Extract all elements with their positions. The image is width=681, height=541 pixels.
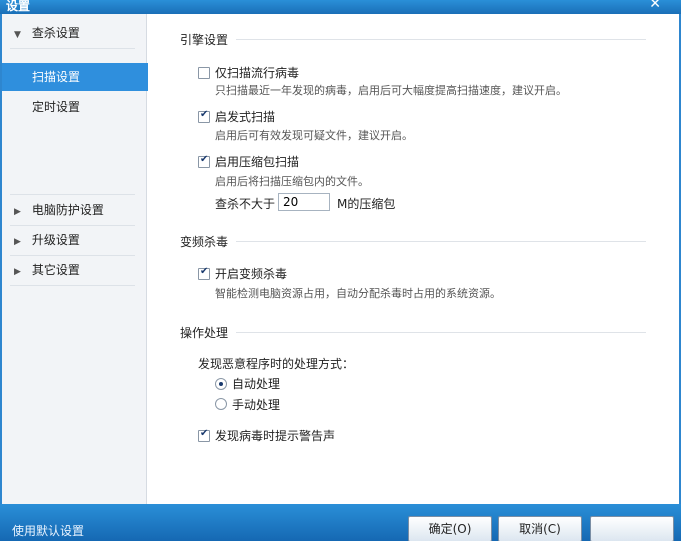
chevron-right-icon: ▶ (14, 267, 21, 277)
variable-freq-checkbox[interactable] (198, 266, 210, 280)
manual-handle-label: 手动处理 (232, 398, 281, 412)
section-divider (236, 241, 646, 242)
sidebar-item-scan-settings[interactable]: 扫描设置 (2, 63, 156, 91)
popular-virus-desc: 只扫描最近一年发现的病毒，启用后可大幅度提高扫描速度，建议开启。 (215, 84, 567, 97)
divider (10, 285, 135, 286)
section-divider (236, 39, 646, 40)
archive-scan-desc: 启用后将扫描压缩包内的文件。 (215, 175, 369, 188)
archive-scan-checkbox[interactable] (198, 154, 210, 168)
sidebar-group-scan[interactable]: ▼ 查杀设置 (2, 18, 147, 48)
archive-scan-label: 启用压缩包扫描 (215, 155, 300, 169)
settings-panel: 引擎设置 仅扫描流行病毒 只扫描最近一年发现的病毒，启用后可大幅度提高扫描速度，… (148, 14, 679, 504)
sidebar-group-protection[interactable]: ▶ 电脑防护设置 (2, 195, 147, 225)
manual-handle-radio[interactable] (215, 398, 227, 410)
chevron-right-icon: ▶ (14, 237, 21, 247)
action-prompt: 发现恶意程序时的处理方式： (198, 357, 355, 371)
divider (10, 48, 135, 49)
heuristic-desc: 启用后可有效发现可疑文件，建议开启。 (215, 129, 413, 142)
sidebar-group-label: 查杀设置 (31, 26, 80, 40)
sidebar-group-other[interactable]: ▶ 其它设置 (2, 255, 147, 285)
sidebar-item-label: 定时设置 (32, 100, 81, 114)
apply-button[interactable] (590, 516, 674, 541)
archive-limit-prefix: 查杀不大于 (215, 197, 276, 211)
section-divider (236, 332, 646, 333)
chevron-right-icon: ▶ (14, 207, 21, 217)
popular-virus-checkbox[interactable] (198, 67, 210, 79)
auto-handle-label: 自动处理 (232, 377, 281, 391)
section-title-variable: 变频杀毒 (180, 235, 229, 249)
section-title-action: 操作处理 (180, 326, 229, 340)
sidebar-group-label: 升级设置 (31, 233, 80, 247)
sidebar-item-schedule[interactable]: 定时设置 (2, 93, 147, 121)
sidebar-group-label: 电脑防护设置 (31, 203, 104, 217)
heuristic-checkbox[interactable] (198, 109, 210, 123)
alarm-sound-label: 发现病毒时提示警告声 (215, 429, 336, 443)
sidebar-item-label: 扫描设置 (32, 70, 81, 84)
section-title-engine: 引擎设置 (180, 33, 229, 47)
variable-freq-desc: 智能检测电脑资源占用，自动分配杀毒时占用的系统资源。 (215, 287, 501, 300)
ok-button[interactable]: 确定(O) (408, 516, 492, 541)
variable-freq-label: 开启变频杀毒 (215, 267, 288, 281)
chevron-down-icon: ▼ (14, 30, 21, 40)
archive-size-input[interactable] (278, 193, 330, 211)
alarm-sound-checkbox[interactable] (198, 428, 210, 442)
heuristic-label: 启发式扫描 (215, 110, 276, 124)
popular-virus-label: 仅扫描流行病毒 (215, 66, 300, 80)
auto-handle-radio[interactable] (215, 378, 227, 390)
close-icon[interactable]: ✕ (649, 0, 661, 12)
window-title: 设置 (6, 0, 31, 13)
bottom-bar: 使用默认设置 确定(O) 取消(C) (0, 504, 681, 541)
use-default-settings-link[interactable]: 使用默认设置 (12, 522, 84, 539)
archive-limit-suffix: M的压缩包 (337, 197, 396, 211)
title-bar: 设置 ✕ (0, 0, 681, 14)
site-watermark: www.ikaka.com (590, 496, 669, 507)
sidebar-group-label: 其它设置 (31, 263, 80, 277)
cancel-button[interactable]: 取消(C) (498, 516, 582, 541)
sidebar-group-update[interactable]: ▶ 升级设置 (2, 225, 147, 255)
sidebar: ▼ 查杀设置 扫描设置 定时设置 ▶ 电脑防护设置 ▶ 升级设置 ▶ 其它设置 (2, 14, 156, 504)
